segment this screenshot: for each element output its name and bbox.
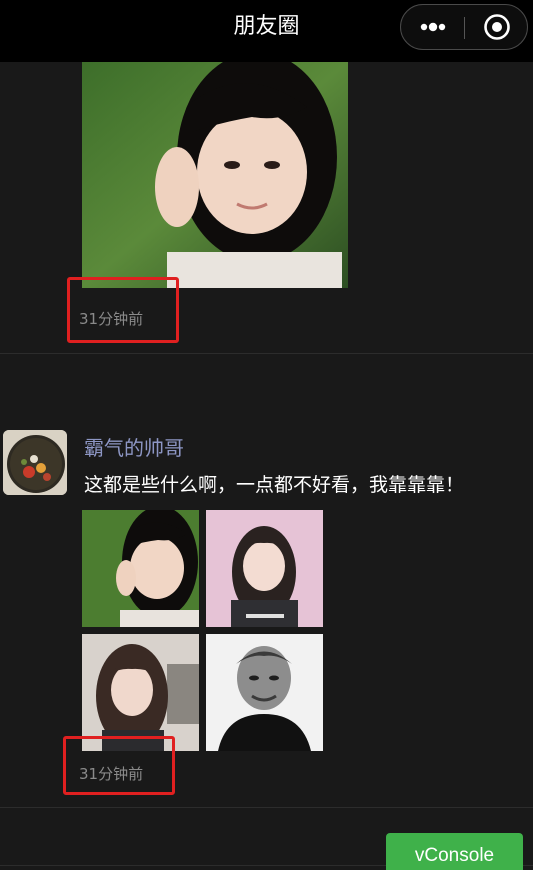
post-image-man-portrait[interactable] — [206, 634, 323, 751]
mini-program-capsule — [400, 4, 528, 50]
close-mini-program-button[interactable] — [465, 5, 528, 49]
highlight-box — [67, 277, 179, 343]
post-divider — [0, 353, 533, 354]
nav-bar: 朋友圈 — [0, 0, 533, 62]
post-divider — [0, 807, 533, 808]
post-image-girl-pink[interactable] — [206, 510, 323, 627]
target-circle-icon — [483, 14, 510, 40]
post-image-girl[interactable] — [82, 62, 348, 288]
highlight-box — [63, 736, 175, 795]
post-image-girl-long-hair[interactable] — [82, 634, 199, 751]
more-button[interactable] — [401, 5, 464, 49]
avatar[interactable] — [3, 430, 67, 495]
post-image-girl[interactable] — [82, 510, 199, 627]
vconsole-button[interactable]: vConsole — [386, 833, 523, 870]
post-text: 这都是些什么啊，一点都不好看，我靠靠靠！ — [84, 474, 465, 496]
post-username[interactable]: 霸气的帅哥 — [84, 432, 184, 461]
more-dots-icon — [420, 22, 445, 32]
